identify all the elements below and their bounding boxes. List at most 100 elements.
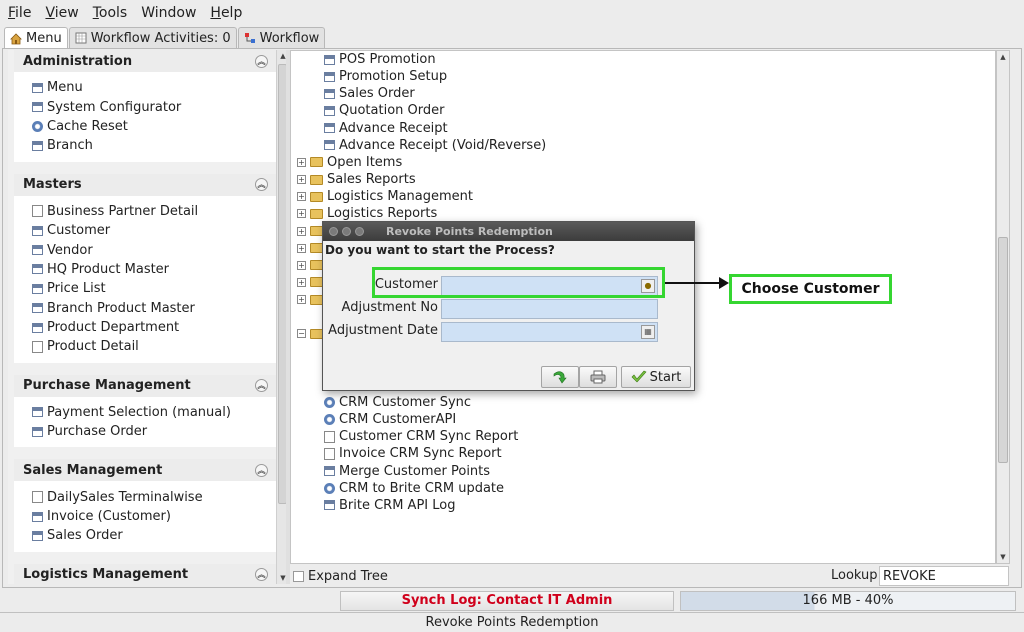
adjustment-date-field[interactable]: ▦ <box>441 322 658 342</box>
menu-file[interactable]: File <box>8 5 31 21</box>
sidebar-item-price-list[interactable]: Price List <box>32 279 276 298</box>
tree-item[interactable]: Invoice CRM Sync Report <box>324 445 502 462</box>
sidebar-item-product-department[interactable]: Product Department <box>32 318 276 337</box>
sidebar-item-branch-product-master[interactable]: Branch Product Master <box>32 299 276 318</box>
window-icon <box>324 71 335 82</box>
tree-item[interactable]: + Sales Reports <box>297 171 416 188</box>
close-icon[interactable] <box>329 227 338 236</box>
minimize-icon[interactable] <box>342 227 351 236</box>
synch-log-status[interactable]: Synch Log: Contact IT Admin <box>340 591 674 611</box>
section-header[interactable]: Administration ︽ <box>14 50 276 72</box>
process-gear-icon <box>324 482 335 494</box>
menu-sidebar: Administration ︽ Menu System Configurator… <box>8 50 288 584</box>
sidebar-item-system-configurator[interactable]: System Configurator <box>32 97 276 116</box>
sidebar-item-business-partner-detail[interactable]: Business Partner Detail <box>32 202 276 221</box>
section-header[interactable]: Sales Management ︽ <box>14 459 276 482</box>
checkbox-icon[interactable] <box>293 570 304 582</box>
folder-icon <box>310 157 323 168</box>
sidebar-item-invoice-customer[interactable]: Invoice (Customer) <box>32 507 276 526</box>
collapse-node-icon[interactable]: − <box>297 329 306 339</box>
expand-node-icon[interactable]: + <box>297 260 306 270</box>
sidebar-item-payment-selection[interactable]: Payment Selection (manual) <box>32 403 276 422</box>
maximize-icon[interactable] <box>355 227 364 236</box>
expand-node-icon[interactable]: + <box>297 295 306 305</box>
report-icon <box>32 491 43 504</box>
tab-menu[interactable]: Menu <box>4 27 68 49</box>
expand-node-icon[interactable]: + <box>297 277 306 287</box>
tree-item[interactable]: Advance Receipt (Void/Reverse) <box>324 137 546 154</box>
tree-item[interactable]: + Logistics Reports <box>297 205 437 222</box>
expand-tree-checkbox[interactable]: Expand Tree <box>293 569 388 584</box>
tree-item[interactable]: Advance Receipt <box>324 120 448 137</box>
sidebar-item-branch[interactable]: Branch <box>32 136 276 155</box>
sidebar-item-menu[interactable]: Menu <box>32 78 276 97</box>
tree-item[interactable]: POS Promotion <box>324 51 436 68</box>
expand-node-icon[interactable]: + <box>297 175 306 185</box>
reset-button[interactable] <box>541 366 579 388</box>
menu-window[interactable]: Window <box>141 5 196 21</box>
expand-node-icon[interactable]: + <box>297 226 306 236</box>
scroll-down-icon[interactable]: ▼ <box>997 551 1009 563</box>
window-icon <box>324 54 335 65</box>
tree-item-label: Brite CRM API Log <box>339 497 456 513</box>
window-icon <box>324 466 335 477</box>
start-button[interactable]: Start <box>621 366 691 388</box>
menu-tools[interactable]: Tools <box>93 5 128 21</box>
sidebar-item-cache-reset[interactable]: Cache Reset <box>32 117 276 136</box>
dialog-titlebar[interactable]: Revoke Points Redemption <box>323 222 694 241</box>
tree-scrollbar[interactable]: ▲ ▼ <box>996 50 1010 564</box>
print-button[interactable] <box>579 366 617 388</box>
sidebar-item-customer[interactable]: Customer <box>32 221 276 240</box>
sidebar-item-purchase-order[interactable]: Purchase Order <box>32 422 276 441</box>
adjustment-no-label: Adjustment No <box>341 300 438 315</box>
window-icon <box>32 102 43 113</box>
tab-workflow-activities[interactable]: Workflow Activities: 0 <box>68 27 237 48</box>
tree-item[interactable]: Promotion Setup <box>324 68 447 85</box>
menu-help[interactable]: Help <box>210 5 242 21</box>
customer-highlight-box <box>372 267 665 298</box>
expand-node-icon[interactable]: + <box>297 192 306 202</box>
tree-item[interactable]: CRM Customer Sync <box>324 394 471 411</box>
process-gear-icon <box>32 120 43 132</box>
tree-item[interactable]: + Open Items <box>297 154 402 171</box>
memory-indicator[interactable]: 166 MB - 40% <box>680 591 1016 611</box>
section-header[interactable]: Purchase Management ︽ <box>14 374 276 397</box>
menu-bar: File View Tools Window Help <box>0 0 1024 26</box>
collapse-icon[interactable]: ︽ <box>255 178 268 192</box>
window-icon <box>32 264 43 275</box>
expand-node-icon[interactable]: + <box>297 243 306 253</box>
sidebar-item-dailysales-terminalwise[interactable]: DailySales Terminalwise <box>32 487 276 506</box>
tree-item[interactable]: Sales Order <box>324 85 415 102</box>
tree-item[interactable]: CRM CustomerAPI <box>324 411 456 428</box>
process-gear-icon <box>324 397 335 408</box>
sidebar-item-hq-product-master[interactable]: HQ Product Master <box>32 260 276 279</box>
collapse-icon[interactable]: ︽ <box>255 568 268 582</box>
tab-workflow[interactable]: Workflow <box>237 27 326 48</box>
section-header[interactable]: Masters ︽ <box>14 173 276 196</box>
collapse-icon[interactable]: ︽ <box>255 54 268 68</box>
sidebar-item-product-detail[interactable]: Product Detail <box>32 337 276 356</box>
tree-item-label: Logistics Reports <box>327 206 438 222</box>
expand-node-icon[interactable]: + <box>297 209 306 219</box>
tree-item[interactable]: Quotation Order <box>324 102 444 119</box>
section-header[interactable]: Logistics Management ︽ <box>14 563 276 584</box>
sidebar-item-vendor[interactable]: Vendor <box>32 240 276 259</box>
window-icon <box>32 140 43 151</box>
expand-node-icon[interactable]: + <box>297 157 306 167</box>
scroll-up-icon[interactable]: ▲ <box>997 51 1009 63</box>
tree-item[interactable]: Brite CRM API Log <box>324 497 455 514</box>
sidebar-item-sales-order[interactable]: Sales Order <box>32 526 276 545</box>
menu-view[interactable]: View <box>45 5 78 21</box>
tree-item[interactable]: CRM to Brite CRM update <box>324 480 504 497</box>
calendar-grid-icon <box>75 32 87 44</box>
scroll-thumb[interactable] <box>998 237 1008 463</box>
adjustment-no-field[interactable] <box>441 299 658 319</box>
tree-item[interactable]: + Logistics Management <box>297 188 473 205</box>
tree-item[interactable]: Customer CRM Sync Report <box>324 428 518 445</box>
calendar-icon[interactable]: ▦ <box>641 325 655 339</box>
tree-item[interactable]: Merge Customer Points <box>324 463 490 480</box>
lookup-input[interactable]: REVOKE <box>879 566 1009 586</box>
report-icon <box>32 340 43 353</box>
collapse-icon[interactable]: ︽ <box>255 463 268 477</box>
collapse-icon[interactable]: ︽ <box>255 379 268 393</box>
